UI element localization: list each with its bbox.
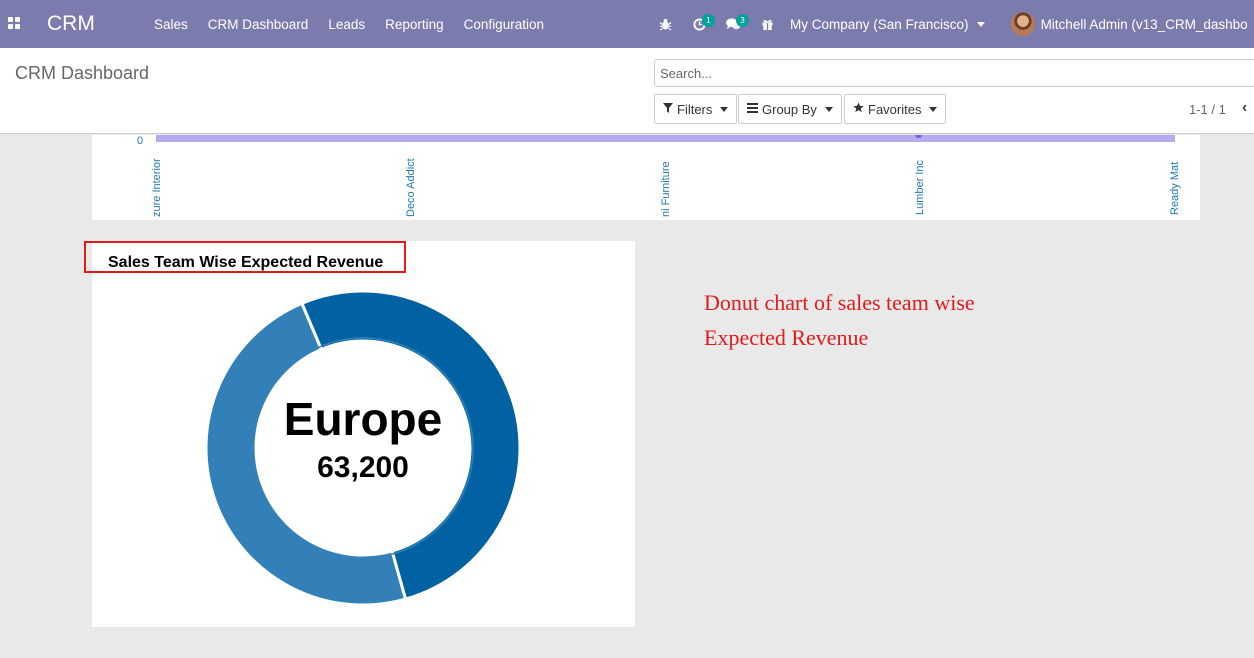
messages-badge: 3 xyxy=(736,14,749,27)
donut-center-value: 63,200 xyxy=(317,451,409,484)
filters-label: Filters xyxy=(677,101,713,117)
favorites-button[interactable]: Favorites xyxy=(844,94,947,124)
annotation-line-2: Expected Revenue xyxy=(704,325,869,350)
chevron-down-icon xyxy=(720,106,729,112)
group-by-label: Group By xyxy=(762,101,817,117)
top-chart-panel: 0 zure Interior Deco Addict ni Furniture… xyxy=(92,135,1200,220)
menu-item-configuration[interactable]: Configuration xyxy=(454,17,554,32)
area-chart-strip xyxy=(156,135,1175,142)
filters-button[interactable]: Filters xyxy=(654,94,738,124)
chevron-down-icon xyxy=(976,21,985,27)
gift-icon[interactable] xyxy=(750,0,784,48)
company-switcher[interactable]: My Company (San Francisco) xyxy=(790,17,985,32)
y-axis-zero-label: 0 xyxy=(137,135,144,147)
x-tick-label: Ready Mat xyxy=(1169,161,1181,215)
list-icon xyxy=(747,102,758,116)
page-title: CRM Dashboard xyxy=(15,63,150,83)
group-by-button[interactable]: Group By xyxy=(738,94,842,124)
menu-item-sales[interactable]: Sales xyxy=(144,17,198,32)
apps-grid-icon[interactable] xyxy=(8,17,22,31)
avatar[interactable] xyxy=(1010,12,1035,36)
activity-clock-icon[interactable]: 1 xyxy=(682,0,716,48)
top-navbar: CRM Sales CRM Dashboard Leads Reporting … xyxy=(0,0,1254,48)
company-name: My Company (San Francisco) xyxy=(790,16,969,32)
search-input[interactable] xyxy=(654,59,1254,87)
activity-badge: 1 xyxy=(702,14,715,27)
annotation-line-1: Donut chart of sales team wise xyxy=(704,290,975,315)
app-brand[interactable]: CRM xyxy=(47,12,95,36)
favorites-label: Favorites xyxy=(868,101,922,117)
menu-item-reporting[interactable]: Reporting xyxy=(375,17,454,32)
nav-systray: 1 3 My Company (San Francisco) Mitchell … xyxy=(648,0,1248,48)
x-tick-label: zure Interior xyxy=(151,158,163,217)
pager-value[interactable]: 1-1 / 1 xyxy=(1189,102,1226,117)
donut-chart: Europe 63,200 xyxy=(204,289,522,607)
control-panel: CRM Dashboard Filters Group By Favorites… xyxy=(0,48,1254,134)
messages-icon[interactable]: 3 xyxy=(716,0,750,48)
chevron-down-icon xyxy=(824,106,833,112)
x-tick-label: Lumber Inc xyxy=(914,159,926,215)
menu-item-leads[interactable]: Leads xyxy=(318,17,375,32)
x-tick-label: ni Furniture xyxy=(660,161,672,217)
star-icon xyxy=(853,102,864,116)
annotation-text: Donut chart of sales team wise Expected … xyxy=(704,285,1044,355)
bug-icon[interactable] xyxy=(648,0,682,48)
user-menu[interactable]: Mitchell Admin (v13_CRM_dashbo xyxy=(1041,17,1248,32)
chevron-down-icon xyxy=(929,106,938,112)
main-menu: Sales CRM Dashboard Leads Reporting Conf… xyxy=(144,0,554,48)
menu-item-crm-dashboard[interactable]: CRM Dashboard xyxy=(198,17,319,32)
donut-center-label: Europe xyxy=(284,393,442,445)
chevron-left-icon[interactable]: ‹ xyxy=(1242,99,1247,117)
x-tick-label: Deco Addict xyxy=(405,158,417,217)
filter-icon xyxy=(663,102,673,116)
